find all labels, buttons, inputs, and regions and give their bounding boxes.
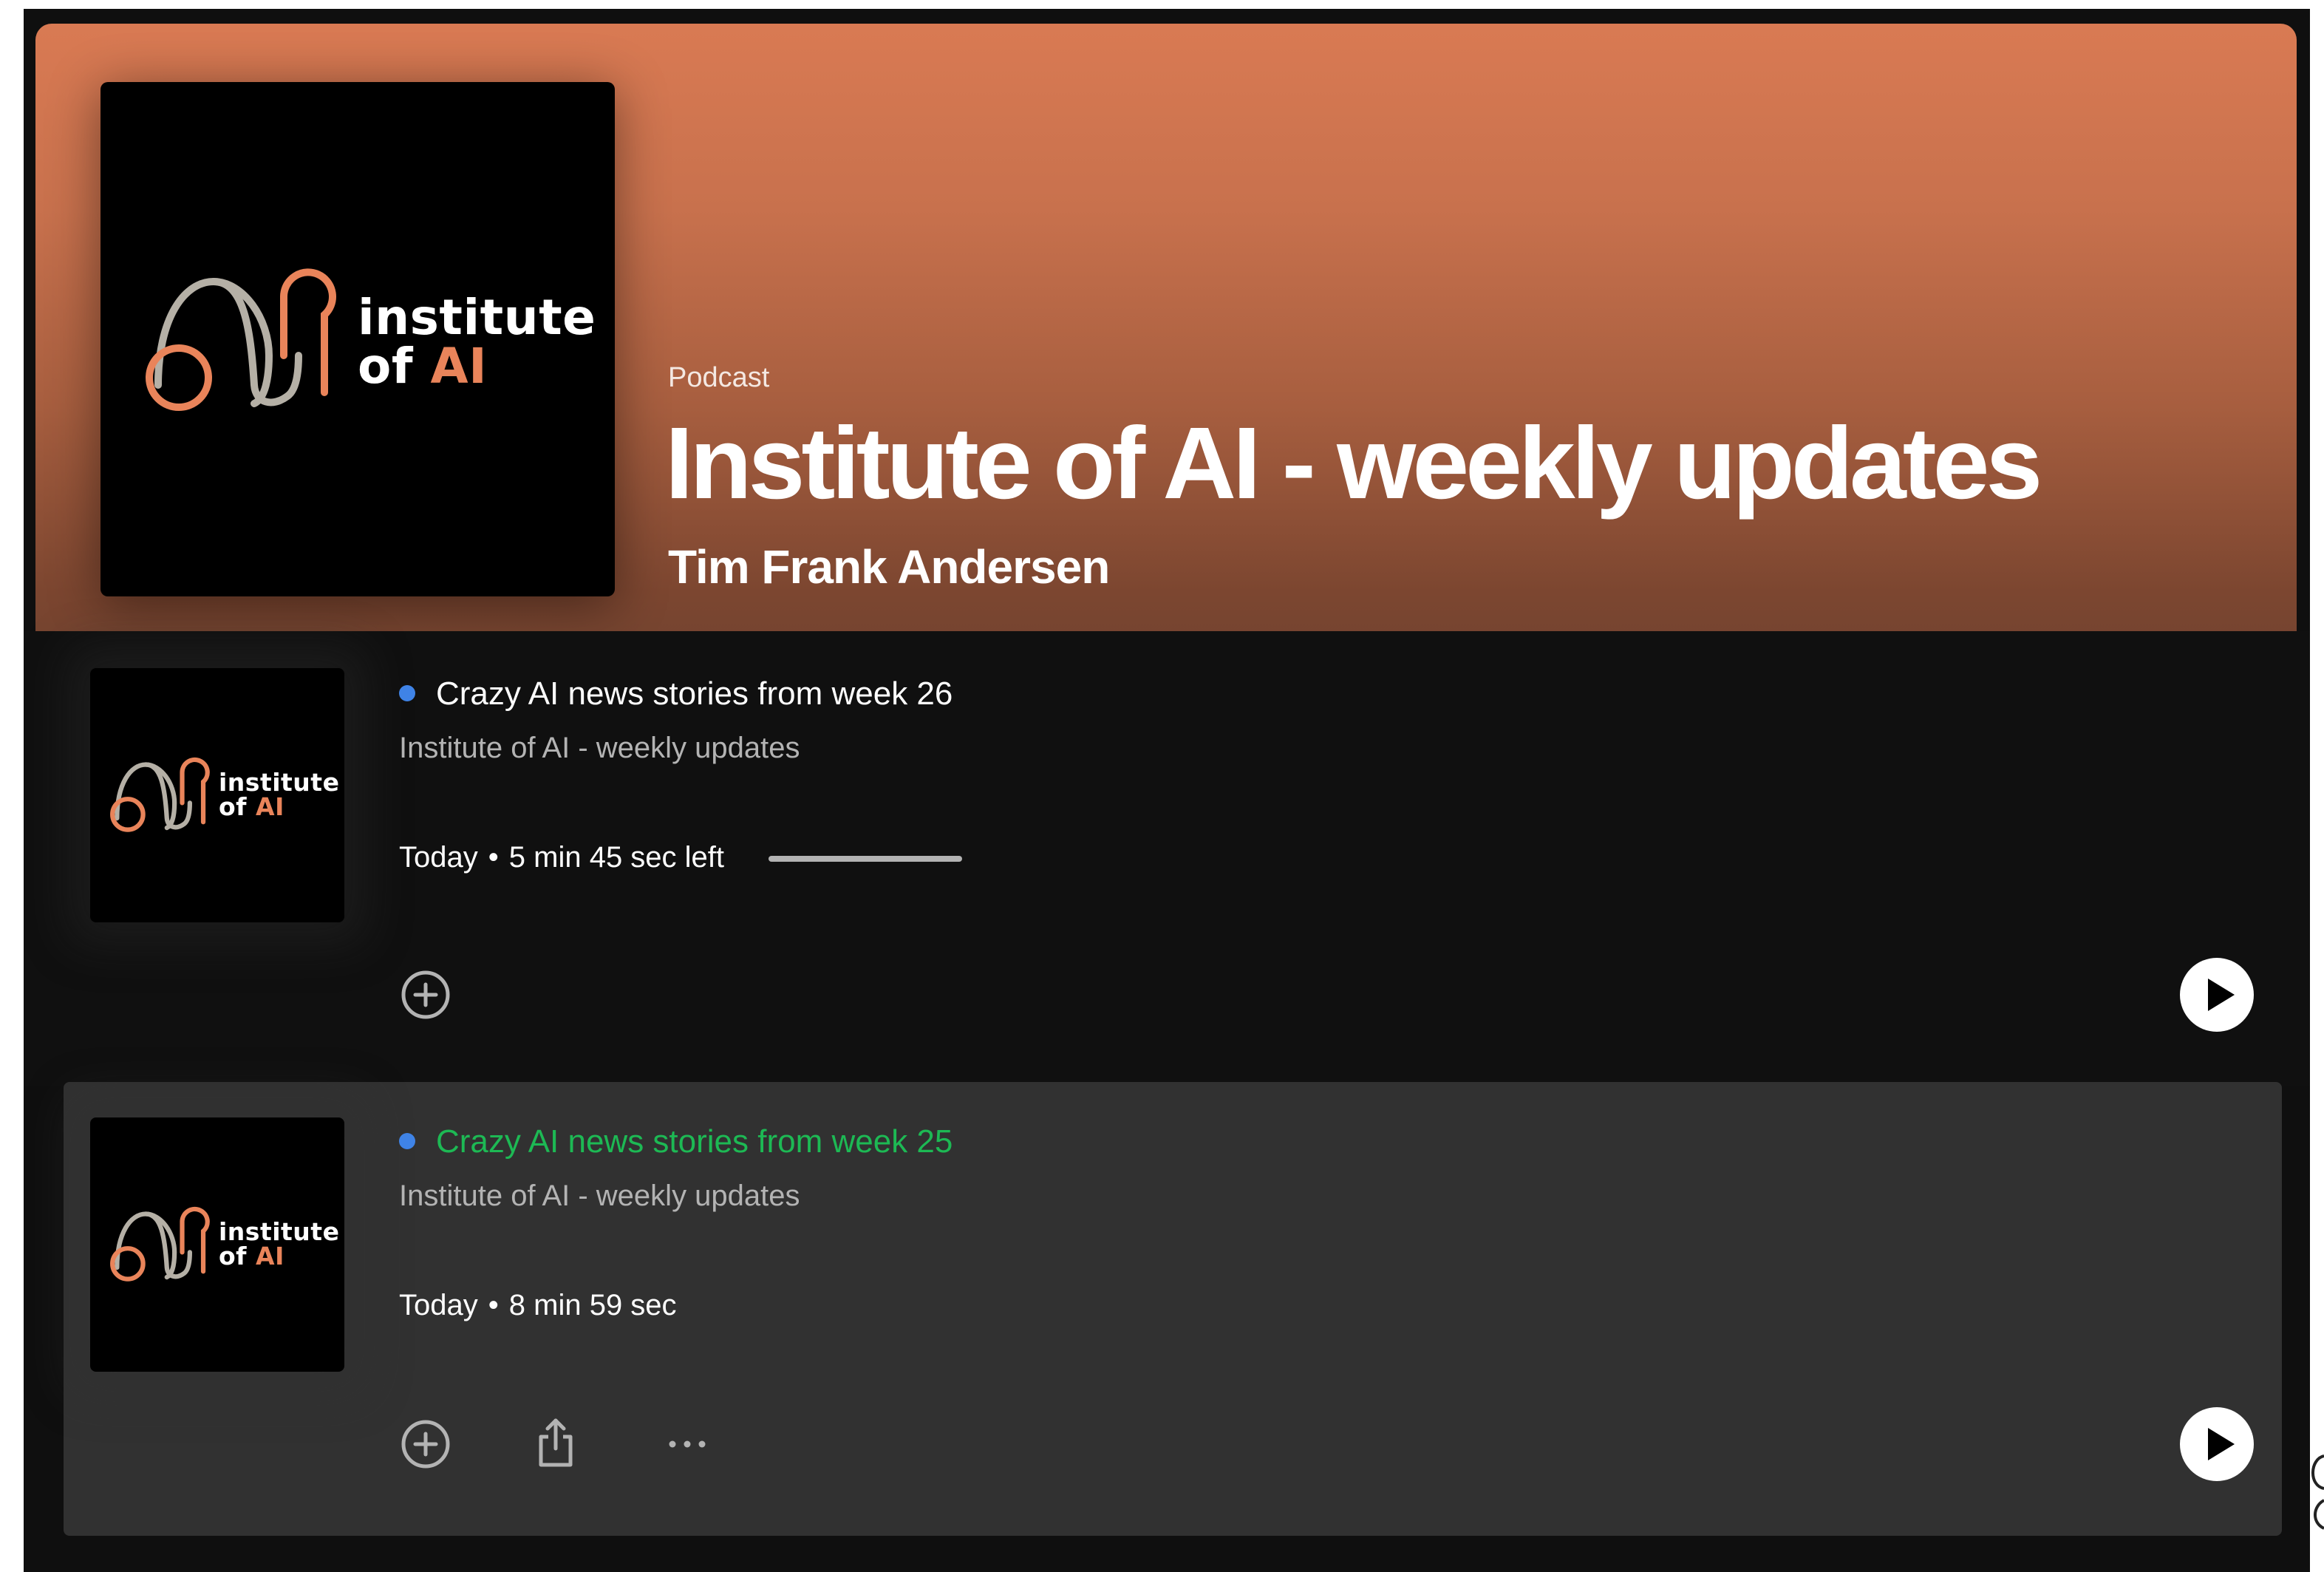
thumbnail-logo-line2-accent: AI (256, 1242, 284, 1270)
thumbnail-logo-line2-prefix: of (219, 792, 256, 821)
thumbnail-logo-line2-prefix: of (219, 1242, 256, 1270)
episode-duration: 8 min 59 sec (508, 1289, 677, 1321)
more-icon[interactable] (659, 1416, 715, 1472)
thumbnail-logo-line2-accent: AI (256, 792, 284, 821)
episode-title-text: Crazy AI news stories from week 25 (436, 1123, 953, 1160)
podcast-header: institute of AI Podcast Institute of AI … (35, 24, 2297, 642)
podcast-cover-art: institute of AI (100, 82, 615, 596)
episode-meta: Today • 5 min 45 sec left (399, 841, 724, 874)
institute-of-ai-logo-icon (110, 757, 210, 832)
plus-circle-icon[interactable] (398, 967, 454, 1023)
page-title: Institute of AI - weekly updates (665, 406, 2042, 520)
episode-show-link[interactable]: Institute of AI - weekly updates (399, 732, 800, 765)
episode-date: Today (399, 841, 478, 874)
episode-date: Today (399, 1289, 478, 1321)
episode-thumbnail: institute of AI (90, 668, 344, 922)
episode-thumbnail: institute of AI (90, 1117, 344, 1372)
podcast-page: institute of AI Podcast Institute of AI … (24, 9, 2310, 1572)
episode-title-link[interactable]: Crazy AI news stories from week 25 (399, 1123, 953, 1160)
episode-row[interactable]: institute of AI Crazy AI news stories fr… (64, 1082, 2282, 1536)
thumbnail-logo-line1: institute (219, 1217, 340, 1246)
episode-show-link[interactable]: Institute of AI - weekly updates (399, 1180, 800, 1213)
cover-logo-text: institute of AI (358, 293, 596, 391)
thumbnail-logo-text: institute of AI (219, 1219, 339, 1268)
play-button[interactable] (2180, 958, 2254, 1032)
institute-of-ai-logo-icon (110, 1206, 210, 1282)
play-icon (2208, 1428, 2235, 1460)
episode-progress-bar (769, 856, 962, 862)
meta-separator: • (488, 1289, 499, 1321)
institute-of-ai-logo-icon (146, 268, 336, 411)
show-author-link[interactable]: Tim Frank Andersen (668, 540, 1110, 594)
thumbnail-logo-line1: institute (219, 768, 340, 797)
plus-circle-icon[interactable] (398, 1416, 454, 1472)
cursor-edge-fragment-icon (2311, 1454, 2324, 1530)
content-type-label: Podcast (668, 362, 770, 393)
unplayed-dot (399, 685, 415, 702)
cover-logo-line2-accent: AI (430, 338, 488, 395)
episode-duration: 5 min 45 sec left (508, 841, 725, 874)
cover-logo-line2-prefix: of (358, 338, 431, 395)
unplayed-dot (399, 1133, 415, 1150)
share-icon[interactable] (528, 1415, 584, 1471)
episode-meta: Today • 8 min 59 sec (399, 1289, 677, 1322)
cover-logo-line1: institute (358, 289, 596, 346)
episode-title-text: Crazy AI news stories from week 26 (436, 676, 953, 712)
episode-progress-fill (769, 856, 962, 862)
thumbnail-logo-text: institute of AI (219, 770, 339, 819)
episode-title-link[interactable]: Crazy AI news stories from week 26 (399, 676, 953, 712)
play-button[interactable] (2180, 1407, 2254, 1481)
episode-row[interactable]: institute of AI Crazy AI news stories fr… (24, 631, 2310, 1086)
meta-separator: • (488, 841, 499, 874)
play-icon (2208, 979, 2235, 1011)
